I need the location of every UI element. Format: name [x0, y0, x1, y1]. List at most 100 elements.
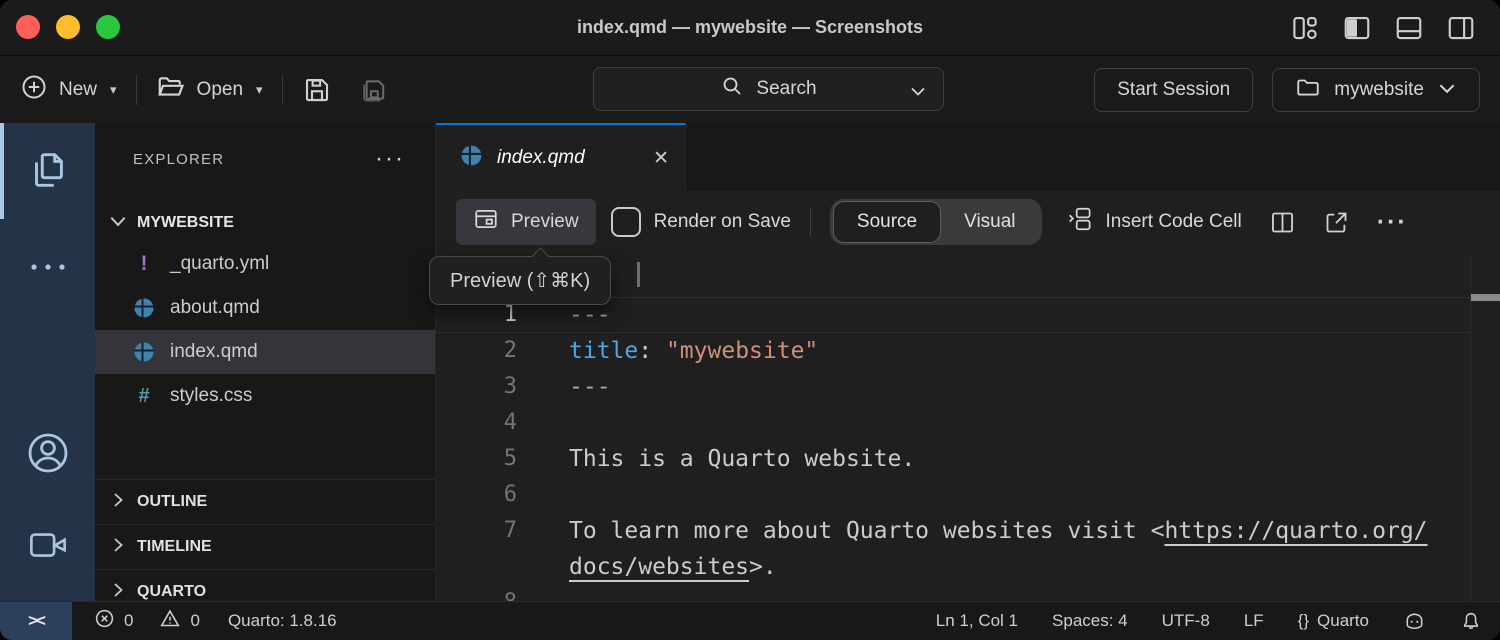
render-on-save-checkbox[interactable]: [611, 207, 641, 237]
save-all-icon[interactable]: [358, 74, 390, 106]
visual-label: Visual: [964, 211, 1015, 233]
code-token: To learn more about Quarto websites visi…: [569, 518, 1164, 544]
search-input[interactable]: Search: [593, 67, 944, 111]
file-tree: ! _quarto.yml about.qmd index.qmd #styles.cs…: [95, 242, 435, 418]
open-button[interactable]: Open ▾: [156, 72, 263, 108]
quarto-globe-icon: [133, 341, 155, 363]
toggle-left-panel-icon[interactable]: [1342, 13, 1372, 43]
dropdown-caret-icon: ▾: [110, 82, 117, 98]
indentation-setting[interactable]: Spaces: 4: [1052, 611, 1128, 631]
tab-index-qmd[interactable]: index.qmd ✕: [436, 123, 686, 191]
toggle-right-panel-icon[interactable]: [1446, 13, 1476, 43]
code-token: This is a Quarto website.: [569, 446, 915, 472]
line-number: 4: [436, 405, 517, 441]
encoding-setting[interactable]: UTF-8: [1162, 611, 1210, 631]
code-line[interactable]: 5This is a Quarto website.: [436, 441, 1500, 477]
file-name: about.qmd: [170, 297, 260, 319]
code-line[interactable]: 3---: [436, 369, 1500, 405]
file-row-index.qmd[interactable]: index.qmd: [95, 330, 435, 374]
tooltip-text: Preview (⇧⌘K): [450, 268, 590, 293]
chevron-down-icon[interactable]: [909, 82, 927, 104]
code-token: "mywebsite": [666, 338, 818, 364]
more-views-ellipsis-icon[interactable]: [28, 259, 68, 280]
account-icon[interactable]: [24, 429, 72, 482]
workbench-content: EXPLORER ··· MYWEBSITE ! _quarto.ymlabout…: [0, 123, 1500, 601]
insert-code-cell-label: Insert Code Cell: [1106, 211, 1242, 233]
code-line[interactable]: 7 To learn more about Quarto websites vis…: [436, 513, 1500, 549]
line-number: 6: [436, 477, 517, 513]
quarto-version[interactable]: Quarto: 1.8.16: [228, 611, 337, 631]
toggle-bottom-panel-icon[interactable]: [1394, 13, 1424, 43]
new-button[interactable]: New ▾: [20, 73, 117, 107]
dropdown-caret-icon: ▾: [256, 82, 263, 98]
code-line[interactable]: 8: [436, 585, 1500, 601]
source-visual-toggle: Source Visual: [830, 199, 1042, 245]
remote-indicator[interactable]: ><: [0, 602, 72, 640]
language-mode[interactable]: {} Quarto: [1298, 611, 1369, 631]
code-line[interactable]: docs/websites>.: [436, 549, 1500, 585]
code-text: This is a Quarto website.: [517, 441, 915, 477]
code-line[interactable]: 6: [436, 477, 1500, 513]
preview-label: Preview: [511, 211, 579, 233]
project-tree-root[interactable]: MYWEBSITE: [95, 204, 435, 242]
file-name: index.qmd: [170, 341, 258, 363]
more-actions-icon[interactable]: ···: [1377, 217, 1408, 227]
close-tab-icon[interactable]: ✕: [653, 147, 669, 170]
copilot-icon[interactable]: [1403, 610, 1426, 633]
window-title: index.qmd — mywebsite — Screenshots: [0, 17, 1500, 38]
explorer-title: EXPLORER: [133, 151, 224, 168]
sidebar-section-timeline[interactable]: TIMELINE: [95, 524, 435, 569]
remote-icon: ><: [28, 611, 44, 631]
sidebar-sections: OUTLINE TIMELINEQUARTO: [95, 479, 435, 601]
problems-indicator[interactable]: 0 0: [94, 608, 200, 634]
sidebar-section-quarto[interactable]: QUARTO: [95, 569, 435, 601]
line-number: 7: [436, 513, 517, 549]
open-in-new-window-icon[interactable]: [1323, 209, 1350, 236]
save-icon[interactable]: [302, 75, 332, 105]
language-label: Quarto: [1317, 611, 1369, 631]
file-name: _quarto.yml: [170, 253, 269, 275]
chevron-down-icon: [108, 213, 128, 234]
screencast-camera-icon[interactable]: [27, 527, 69, 568]
warning-count: 0: [190, 611, 199, 631]
split-editor-icon[interactable]: [1269, 209, 1296, 236]
notifications-bell-icon[interactable]: [1460, 610, 1482, 632]
overview-ruler-border: [1470, 253, 1471, 601]
code-text: docs/websites>.: [517, 549, 777, 585]
breadcrumb-caret: [637, 262, 640, 287]
code-line[interactable]: 4: [436, 405, 1500, 441]
customize-layout-icon[interactable]: [1290, 13, 1320, 43]
cursor-position[interactable]: Ln 1, Col 1: [936, 611, 1018, 631]
workspace-label: mywebsite: [1334, 79, 1424, 101]
code-line[interactable]: 2title: "mywebsite": [436, 333, 1500, 369]
workspace-switcher-button[interactable]: mywebsite: [1272, 68, 1480, 112]
search-icon: [720, 74, 744, 104]
source-mode-button[interactable]: Source: [833, 201, 941, 243]
tab-bar: index.qmd ✕: [436, 123, 1500, 191]
file-row-about.qmd[interactable]: about.qmd: [95, 286, 435, 330]
eol-setting[interactable]: LF: [1244, 611, 1264, 631]
insert-code-cell-button[interactable]: Insert Code Cell: [1067, 204, 1242, 240]
status-bar: >< 0 0 Quarto: 1.8.16 Ln 1, Col 1 Spaces…: [0, 601, 1500, 640]
visual-mode-button[interactable]: Visual: [941, 202, 1038, 242]
preview-icon: [473, 206, 499, 238]
yaml-icon: !: [133, 252, 155, 276]
folder-icon: [1295, 74, 1321, 106]
toolbar-divider: [282, 75, 283, 105]
toolbar-divider: [810, 208, 811, 236]
code-text: [517, 477, 569, 513]
app-window: index.qmd — mywebsite — Screenshots New …: [0, 0, 1500, 640]
file-row-_quarto.yml[interactable]: ! _quarto.yml: [95, 242, 435, 286]
render-on-save-label: Render on Save: [654, 211, 791, 233]
sidebar-more-actions-icon[interactable]: ···: [375, 154, 405, 164]
toolbar-divider: [136, 75, 137, 105]
section-label: OUTLINE: [137, 493, 207, 511]
file-row-styles.css[interactable]: #styles.css: [95, 374, 435, 418]
explorer-files-icon[interactable]: [25, 147, 71, 198]
sidebar-section-outline[interactable]: OUTLINE: [95, 479, 435, 524]
code-editor[interactable]: 1---2title: "mywebsite"3---45This is a Q…: [436, 253, 1500, 601]
search-placeholder: Search: [756, 78, 816, 100]
code-token: :: [638, 338, 666, 364]
preview-button[interactable]: Preview: [456, 199, 596, 245]
start-session-button[interactable]: Start Session: [1094, 68, 1253, 112]
